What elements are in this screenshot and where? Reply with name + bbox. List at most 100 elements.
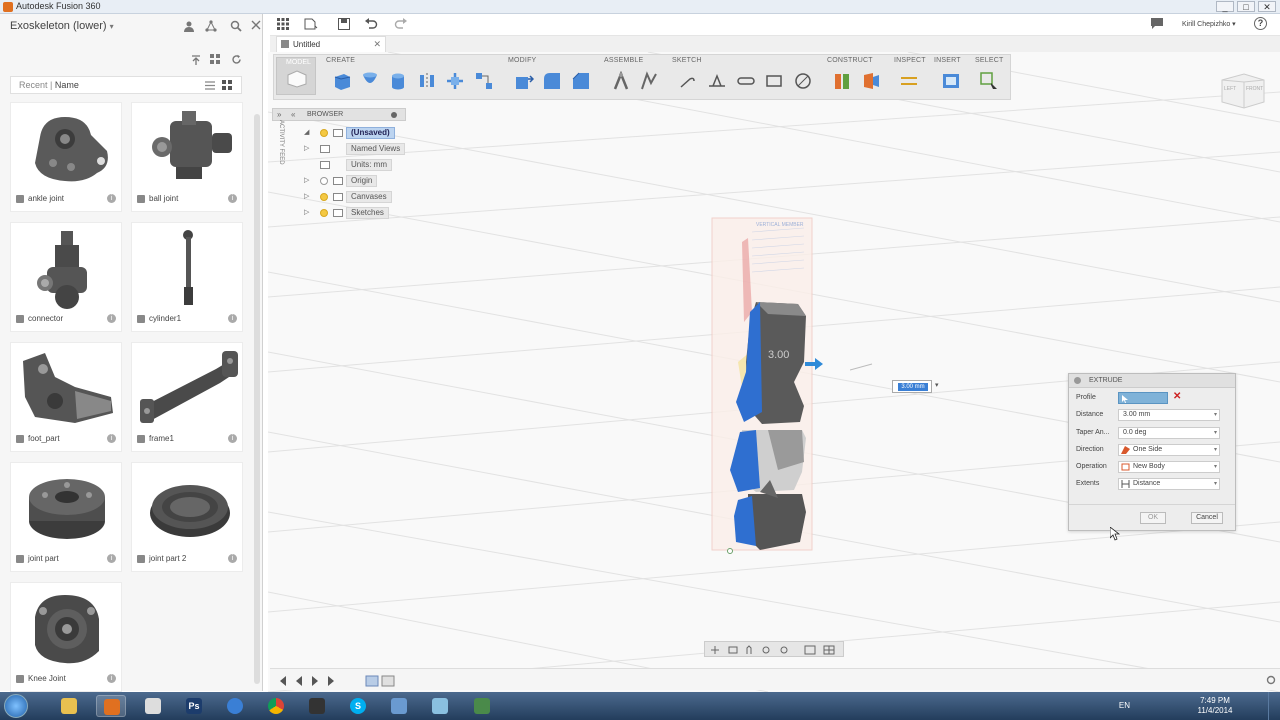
refresh-icon[interactable] xyxy=(229,54,243,68)
grid-settings-icon[interactable] xyxy=(823,645,835,655)
joint-icon[interactable] xyxy=(611,71,631,91)
project-selector[interactable]: Exoskeleton (lower) ▾ xyxy=(10,20,114,32)
taskbar-tool[interactable] xyxy=(138,695,168,717)
ribbon-group-create[interactable]: CREATE xyxy=(326,57,355,64)
close-panel-icon[interactable] xyxy=(249,19,263,33)
fillet-icon[interactable] xyxy=(542,71,562,91)
dialog-options-icon[interactable] xyxy=(1074,377,1081,384)
taper-value[interactable]: 0.0 deg xyxy=(1123,429,1146,436)
chevron-down-icon[interactable]: ▾ xyxy=(1214,479,1217,489)
minimize-button[interactable]: _ xyxy=(1216,1,1234,12)
fit-icon[interactable] xyxy=(780,646,788,654)
move-icon[interactable] xyxy=(445,71,465,91)
browser-options-icon[interactable] xyxy=(391,112,397,118)
expand-arrow-icon[interactable]: ▷ xyxy=(304,175,309,187)
ribbon-group-assemble[interactable]: ASSEMBLE xyxy=(604,57,643,64)
go-to-start-icon[interactable] xyxy=(278,676,286,686)
taskbar-fusion-2[interactable] xyxy=(467,695,497,717)
info-icon[interactable]: i xyxy=(228,314,237,323)
distance-field[interactable]: 3.00 mm ▾ xyxy=(1118,409,1220,421)
design-card-joint-part[interactable]: joint part i xyxy=(10,462,122,572)
close-window-button[interactable]: ✕ xyxy=(1258,1,1276,12)
mirror-icon[interactable] xyxy=(417,71,437,91)
system-clock[interactable]: 7:49 PM 11/4/2014 xyxy=(1190,696,1240,716)
ribbon-group-insert[interactable]: INSERT xyxy=(934,57,961,64)
design-card-connector[interactable]: connector i xyxy=(10,222,122,332)
upload-icon[interactable] xyxy=(189,54,203,68)
panel-scrollbar[interactable] xyxy=(254,114,260,684)
design-card-knee-joint[interactable]: Knee Joint i xyxy=(10,582,122,692)
timeline-sketch-icon[interactable] xyxy=(365,675,379,687)
chevron-down-icon[interactable]: ▾ xyxy=(1214,428,1217,438)
ribbon-group-inspect[interactable]: INSPECT xyxy=(894,57,926,64)
activity-feed-tab[interactable]: ACTIVITY FEED xyxy=(272,120,284,220)
tree-named-views[interactable]: ▷ Named Views xyxy=(304,143,406,156)
info-icon[interactable]: i xyxy=(107,674,116,683)
expand-arrow-icon[interactable]: ▷ xyxy=(304,191,309,203)
ribbon-group-sketch[interactable]: SKETCH xyxy=(672,57,702,64)
apps-grid-icon[interactable] xyxy=(276,18,290,31)
distance-floating-input[interactable]: 3.00 mm ▾ xyxy=(892,380,942,393)
share-icon[interactable] xyxy=(204,20,218,34)
tree-units[interactable]: Units: mm xyxy=(318,159,406,172)
tree-root-unsaved[interactable]: ◢ (Unsaved) xyxy=(304,127,406,140)
dialog-header[interactable]: EXTRUDE xyxy=(1069,374,1235,388)
sort-name-label[interactable]: Name xyxy=(55,80,79,90)
extents-select[interactable]: Distance ▾ xyxy=(1118,478,1220,490)
visibility-bulb-icon[interactable] xyxy=(320,209,328,217)
design-card-ball-joint[interactable]: ball joint i xyxy=(131,102,243,212)
expand-arrow-icon[interactable]: ▷ xyxy=(304,143,309,155)
distance-input-value[interactable]: 3.00 mm xyxy=(898,383,928,391)
list-view-icon[interactable] xyxy=(203,79,217,93)
ok-button[interactable]: OK xyxy=(1140,512,1166,524)
language-indicator[interactable]: EN xyxy=(1119,701,1130,710)
play-icon[interactable] xyxy=(312,676,318,686)
taskbar-settings[interactable] xyxy=(220,695,250,717)
info-icon[interactable]: i xyxy=(107,314,116,323)
collapse-arrow-icon[interactable]: ◢ xyxy=(304,127,309,139)
taskbar-fusion360[interactable] xyxy=(96,695,126,717)
taskbar-window[interactable] xyxy=(384,695,414,717)
chamfer-icon[interactable] xyxy=(571,71,591,91)
design-card-frame1[interactable]: frame1 i xyxy=(131,342,243,452)
operation-select[interactable]: New Body ▾ xyxy=(1118,461,1220,473)
taskbar-chrome[interactable] xyxy=(261,695,291,717)
tab-untitled[interactable]: Untitled ✕ xyxy=(276,36,386,52)
sketch-line-icon[interactable] xyxy=(678,71,698,91)
plane-at-angle-icon[interactable] xyxy=(861,71,881,91)
profile-select-button[interactable] xyxy=(1118,392,1168,404)
redo-icon[interactable] xyxy=(394,18,408,31)
chevron-down-icon[interactable]: ▾ xyxy=(935,381,939,389)
taskbar-skype[interactable]: S xyxy=(343,695,373,717)
info-icon[interactable]: i xyxy=(107,554,116,563)
design-card-joint-part-2[interactable]: joint part 2 i xyxy=(131,462,243,572)
maximize-button[interactable]: □ xyxy=(1237,1,1255,12)
circle-icon[interactable] xyxy=(793,71,813,91)
save-icon[interactable] xyxy=(337,18,351,31)
info-icon[interactable]: i xyxy=(228,194,237,203)
tree-sketches[interactable]: ▷ Sketches xyxy=(304,207,406,220)
chevron-down-icon[interactable]: ▾ xyxy=(1214,410,1217,420)
offset-plane-icon[interactable] xyxy=(832,71,852,91)
file-menu-icon[interactable] xyxy=(304,18,318,31)
tree-origin[interactable]: ▷ Origin xyxy=(304,175,406,188)
expand-arrow-icon[interactable]: ▷ xyxy=(304,207,309,219)
distance-manipulator-arrow[interactable] xyxy=(804,356,824,372)
view-cube[interactable]: LEFT FRONT xyxy=(1218,70,1268,110)
measure-icon[interactable] xyxy=(899,71,919,91)
orbit-icon[interactable] xyxy=(711,646,719,654)
as-built-joint-icon[interactable] xyxy=(639,71,659,91)
taskbar-media[interactable] xyxy=(302,695,332,717)
pattern-icon[interactable] xyxy=(474,71,494,91)
chat-icon[interactable] xyxy=(1150,18,1164,31)
user-menu[interactable]: Kirill Chepizhko ▾ xyxy=(1182,20,1236,28)
visibility-bulb-icon[interactable] xyxy=(320,193,328,201)
workspace-switcher[interactable]: MODEL xyxy=(276,57,316,95)
distance-value[interactable]: 3.00 mm xyxy=(1123,411,1150,418)
taskbar-photoshop[interactable]: Ps xyxy=(179,695,209,717)
zoom-icon[interactable] xyxy=(762,646,770,654)
user-icon[interactable] xyxy=(182,20,196,34)
slot-icon[interactable] xyxy=(736,71,756,91)
taskbar-app[interactable] xyxy=(425,695,455,717)
ribbon-group-construct[interactable]: CONSTRUCT xyxy=(827,57,873,64)
